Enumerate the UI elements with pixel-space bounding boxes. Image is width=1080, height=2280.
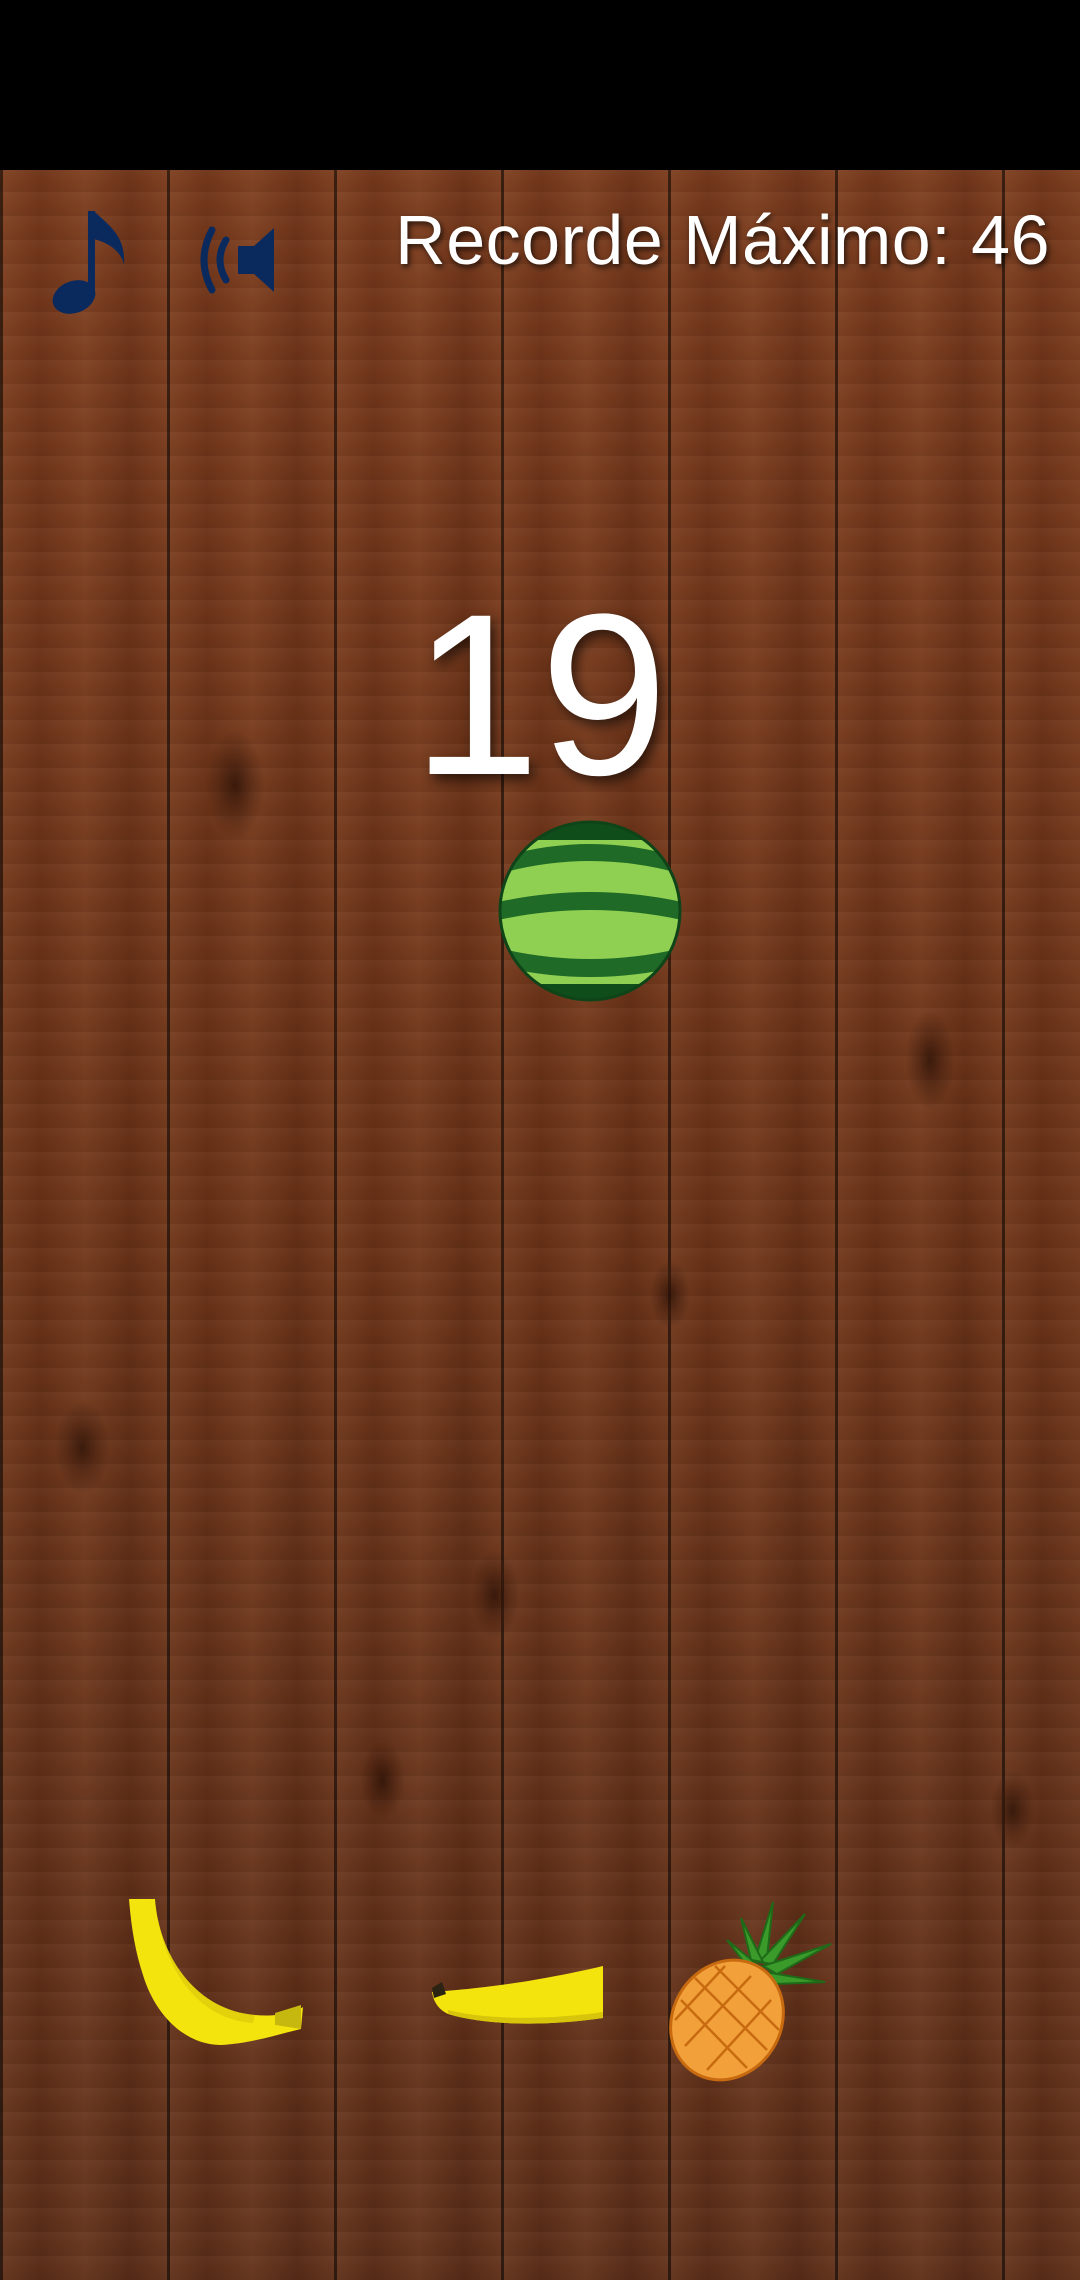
banana-fruit[interactable]: [428, 1960, 603, 2030]
pineapple-icon: [669, 1901, 832, 2082]
music-note-icon: [52, 211, 125, 314]
current-score: 19: [412, 566, 668, 823]
wood-knot: [905, 1010, 955, 1110]
wood-knot: [55, 1400, 110, 1495]
banana-icon: [129, 1899, 303, 2045]
best-score-label: Recorde Máximo: 46: [395, 201, 1050, 279]
banana-fruit[interactable]: [125, 1895, 305, 2050]
speaker-sound-icon: [200, 226, 274, 294]
watermelon-icon: [498, 820, 682, 1002]
watermelon-fruit[interactable]: [498, 820, 682, 1002]
wood-knot: [360, 1740, 405, 1820]
status-bar: [0, 0, 1080, 170]
wood-knot: [990, 1770, 1035, 1850]
banana-icon: [432, 1966, 603, 2024]
sound-toggle-button[interactable]: [196, 218, 286, 302]
pineapple-fruit[interactable]: [655, 1900, 835, 2085]
music-toggle-button[interactable]: [48, 205, 130, 317]
wood-knot: [470, 1550, 520, 1640]
wood-knot: [650, 1260, 690, 1330]
